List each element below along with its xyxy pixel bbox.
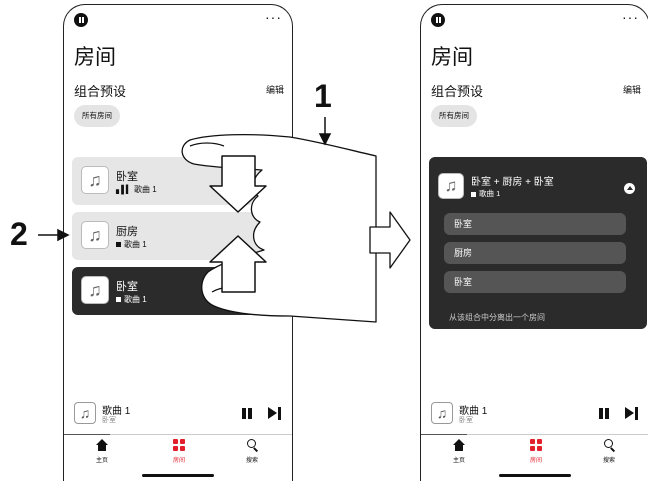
callout-1: 1 [314, 78, 332, 114]
hand-illustration [181, 133, 377, 323]
callout-2-arrow [38, 228, 70, 242]
callout-1-arrow [318, 117, 332, 146]
callout-2: 2 [10, 216, 28, 252]
gesture-overlay [38, 117, 411, 323]
